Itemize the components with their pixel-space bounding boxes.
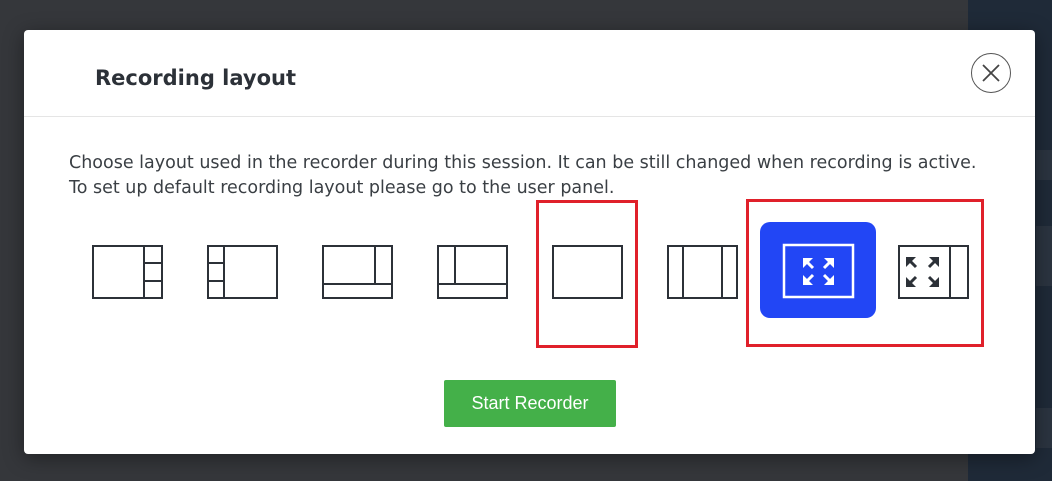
close-button[interactable] bbox=[971, 53, 1011, 93]
background-panel-row bbox=[1036, 408, 1052, 448]
layout-option-main-bottom-strip-right[interactable] bbox=[299, 222, 415, 318]
layout-main-right-sidebar-icon bbox=[92, 245, 163, 299]
background-panel-avatar bbox=[1036, 226, 1052, 286]
dialog-description: Choose layout used in the recorder durin… bbox=[69, 153, 977, 198]
layout-both-sidebars-icon bbox=[667, 245, 738, 299]
layout-option-main-right-sidebar[interactable] bbox=[69, 222, 185, 318]
recording-layout-dialog: Recording layout Choose layout used in t… bbox=[24, 30, 1035, 454]
highlight-box bbox=[746, 199, 984, 347]
close-circle-icon bbox=[982, 64, 1000, 82]
dialog-header: Recording layout bbox=[24, 30, 1035, 117]
highlight-box bbox=[536, 200, 638, 348]
layout-left-sidebar-main-icon bbox=[207, 245, 278, 299]
layout-left-main-bottom-strip-icon bbox=[437, 245, 508, 299]
layout-main-bottom-strip-right-icon bbox=[322, 245, 393, 299]
start-recorder-button[interactable]: Start Recorder bbox=[444, 380, 616, 427]
dialog-title: Recording layout bbox=[95, 66, 296, 90]
background-panel-row bbox=[1036, 150, 1052, 180]
layout-option-left-sidebar-main[interactable] bbox=[184, 222, 300, 318]
layout-option-left-main-bottom-strip[interactable] bbox=[414, 222, 530, 318]
layout-option-both-sidebars[interactable] bbox=[644, 222, 760, 318]
